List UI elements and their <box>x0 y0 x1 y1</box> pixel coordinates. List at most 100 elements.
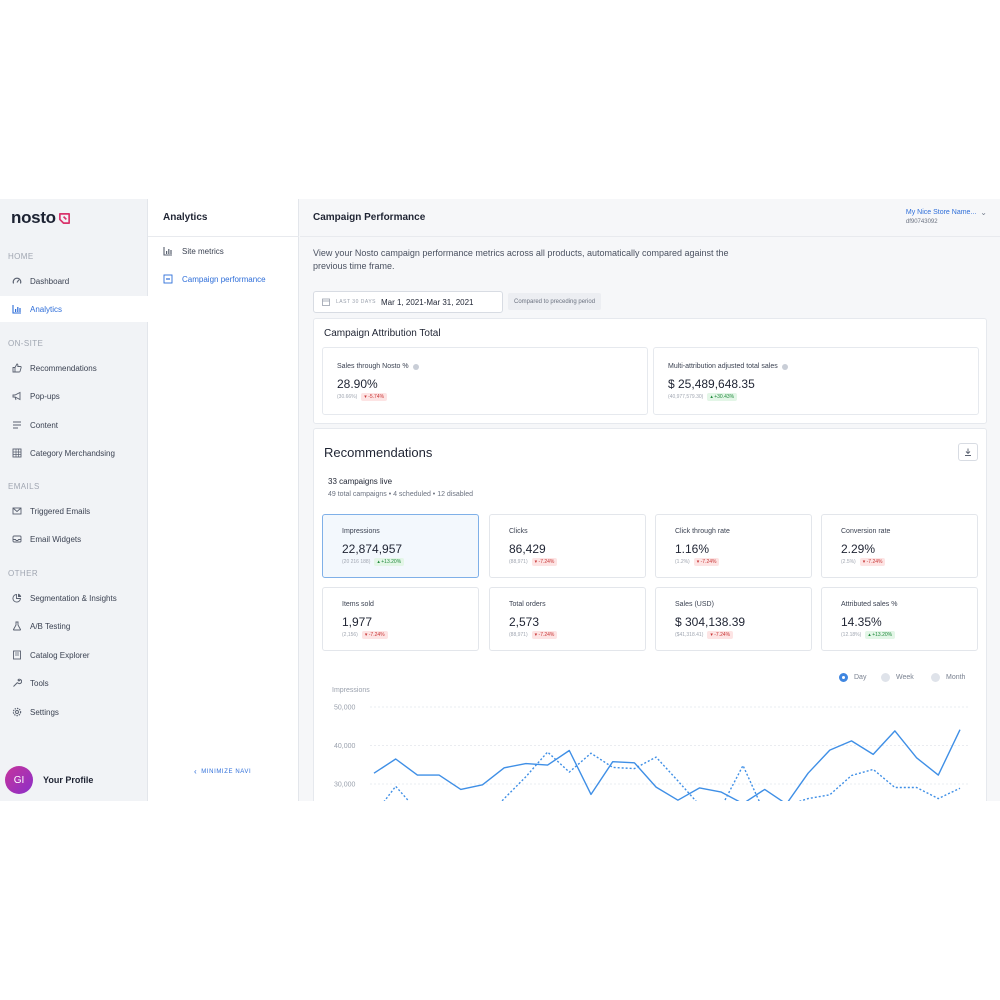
previous-value: (40,977,579.30) <box>668 394 704 400</box>
section-emails: EMAILS <box>8 482 40 491</box>
recommendations-title: Recommendations <box>324 445 433 460</box>
date-range-picker[interactable]: LAST 30 DAYS Mar 1, 2021-Mar 31, 2021 <box>313 291 503 313</box>
previous-value: (1.2%) <box>675 559 690 565</box>
delta-value: +13.20% <box>872 632 893 638</box>
delta-value: -7.24% <box>538 559 555 565</box>
metric-comparison: ($41,318.41) ▾ -7.24% <box>675 631 734 639</box>
minimize-nav-button[interactable]: ‹ MINIMIZE NAVI <box>194 767 251 776</box>
y-tick-label: 50,000 <box>334 705 356 712</box>
series-line-current <box>373 729 961 801</box>
metric-value: 86,429 <box>509 542 546 556</box>
profile-button[interactable]: GI Your Profile <box>5 766 93 794</box>
logo-text: nosto <box>11 208 56 227</box>
sidebar-item-email-widgets[interactable]: Email Widgets <box>0 526 148 552</box>
store-selector[interactable]: My Nice Store Name... ⌄ df90743092 <box>906 208 987 225</box>
delta-badge: ▾ -7.24% <box>693 558 720 566</box>
sidebar-item-label: A/B Testing <box>30 621 71 631</box>
y-tick-label: 30,000 <box>334 782 356 789</box>
metric-sales-usd[interactable]: Sales (USD) $ 304,138.39 ($41,318.41) ▾ -… <box>655 587 812 651</box>
speedometer-icon <box>12 276 22 286</box>
nosto-logo[interactable]: nosto <box>11 208 71 228</box>
info-icon[interactable] <box>781 363 788 370</box>
sidebar-item-label: Email Widgets <box>30 534 82 544</box>
sidebar: nosto HOME Dashboard Analytics ON-SITE R… <box>0 199 148 801</box>
sidebar-item-label: Pop-ups <box>30 391 60 401</box>
download-button[interactable] <box>958 443 978 461</box>
y-tick-label: 40,000 <box>334 743 356 750</box>
previous-value: (12.18%) <box>841 632 862 638</box>
sidebar-item-analytics[interactable]: Analytics <box>0 296 148 322</box>
gear-icon <box>12 707 22 717</box>
metric-value: 14.35% <box>841 615 882 629</box>
campaigns-live: 33 campaigns live <box>328 477 393 486</box>
sidebar-item-category-merchandising[interactable]: Category Merchandsing <box>0 440 148 466</box>
comparison-chip: Compared to preceding period <box>508 293 602 310</box>
metric-value: 2,573 <box>509 615 540 629</box>
metric-impressions[interactable]: Impressions 22,874,957 (20 216 188) ▴ +13… <box>322 514 479 578</box>
metric-click-through-rate[interactable]: Click through rate 1.16% (1.2%) ▾ -7.24% <box>655 514 812 578</box>
metric-total-orders[interactable]: Total orders 2,573 (88,971) ▾ -7.24% <box>489 587 646 651</box>
date-range-label: LAST 30 DAYS <box>336 299 376 305</box>
envelope-icon <box>12 506 22 516</box>
chevron-left-icon: ‹ <box>194 767 198 776</box>
flask-icon <box>12 621 22 631</box>
delta-badge: ▾ -7.24% <box>707 631 734 639</box>
delta-value: -7.24% <box>700 559 717 565</box>
previous-value: (20 216 188) <box>342 559 371 565</box>
sidebar-item-content[interactable]: Content <box>0 412 148 438</box>
metric-comparison: (20 216 188) ▴ +13.20% <box>342 558 405 566</box>
divider <box>300 236 1000 237</box>
metric-label: Attributed sales % <box>841 601 898 608</box>
sidebar-item-label: Catalog Explorer <box>30 650 90 660</box>
campaign-icon <box>163 274 173 284</box>
metric-comparison: (2.5%) ▾ -7.24% <box>841 558 886 566</box>
delta-badge: ▴ +13.20% <box>374 558 405 566</box>
sidebar-item-label: Category Merchandsing <box>30 448 115 458</box>
kpi-label-text: Sales through Nosto % <box>337 363 409 370</box>
sidebar-item-segmentation[interactable]: Segmentation & Insights <box>0 585 148 611</box>
store-name-text: My Nice Store Name... <box>905 209 977 216</box>
sidebar-item-triggered-emails[interactable]: Triggered Emails <box>0 498 148 524</box>
sidebar-item-dashboard[interactable]: Dashboard <box>0 268 148 294</box>
calendar-icon <box>322 298 330 306</box>
subnav-item-label: Site metrics <box>182 246 224 256</box>
metric-conversion-rate[interactable]: Conversion rate 2.29% (2.5%) ▾ -7.24% <box>821 514 978 578</box>
sidebar-item-settings[interactable]: Settings <box>0 699 148 725</box>
thumbs-up-icon <box>12 363 22 373</box>
kpi-label: Multi-attribution adjusted total sales <box>668 363 788 370</box>
sidebar-item-label: Segmentation & Insights <box>30 593 117 603</box>
impressions-chart: Impressions 50,000 40,000 30,000 <box>332 687 970 801</box>
previous-value: (88,971) <box>509 632 528 638</box>
delta-value: -7.24% <box>368 632 385 638</box>
subnav-item-site-metrics[interactable]: Site metrics <box>163 246 224 256</box>
metric-clicks[interactable]: Clicks 86,429 (88,971) ▾ -7.24% <box>489 514 646 578</box>
bar-chart-icon <box>163 246 173 256</box>
y-axis-label: Impressions <box>332 687 370 694</box>
sidebar-item-tools[interactable]: Tools <box>0 670 148 696</box>
delta-value: -7.24% <box>714 632 731 638</box>
info-icon[interactable] <box>412 363 419 370</box>
metric-label: Total orders <box>509 601 546 608</box>
sidebar-item-ab-testing[interactable]: A/B Testing <box>0 613 148 639</box>
metric-attributed-sales[interactable]: Attributed sales % 14.35% (12.18%) ▴ +13.… <box>821 587 978 651</box>
kpi-multi-attribution-sales[interactable]: Multi-attribution adjusted total sales $… <box>653 347 979 415</box>
kpi-value: 28.90% <box>337 377 378 391</box>
sidebar-item-label: Triggered Emails <box>30 506 91 516</box>
download-icon <box>965 448 971 456</box>
delta-badge: ▴ +13.20% <box>865 631 896 639</box>
kpi-label: Sales through Nosto % <box>337 363 419 370</box>
kpi-sales-through-nosto[interactable]: Sales through Nosto % 28.90% (30.66%) ▾ … <box>322 347 648 415</box>
previous-value: (88,971) <box>509 559 528 565</box>
metric-label: Sales (USD) <box>675 601 714 608</box>
section-onsite: ON-SITE <box>8 339 44 348</box>
subnav-item-campaign-performance[interactable]: Campaign performance <box>163 274 266 284</box>
sidebar-item-catalog-explorer[interactable]: Catalog Explorer <box>0 642 148 668</box>
delta-value: -7.24% <box>866 559 883 565</box>
sidebar-item-popups[interactable]: Pop-ups <box>0 383 148 409</box>
metric-label: Conversion rate <box>841 528 891 535</box>
metric-items-sold[interactable]: Items sold 1,977 (2,156) ▾ -7.24% <box>322 587 479 651</box>
divider <box>148 236 299 237</box>
sidebar-item-recommendations[interactable]: Recommendations <box>0 355 148 381</box>
kpi-comparison: (30.66%) ▾ -5.74% <box>337 393 388 401</box>
pie-chart-icon <box>12 593 22 603</box>
